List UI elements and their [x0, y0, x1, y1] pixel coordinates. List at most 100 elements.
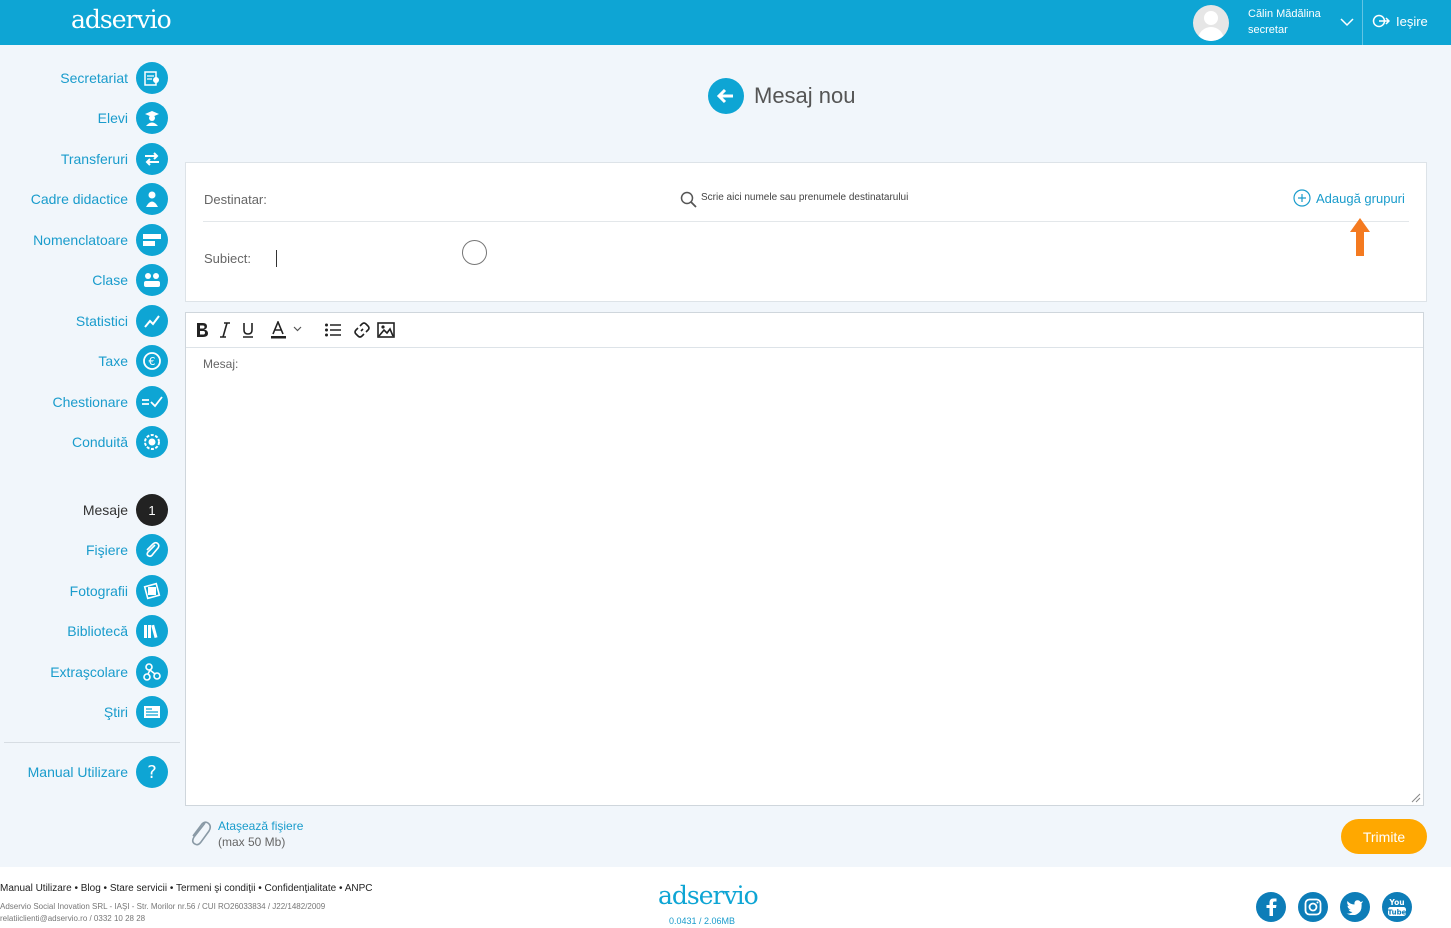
books-icon — [136, 615, 168, 647]
bold-button[interactable] — [194, 319, 210, 341]
back-button[interactable] — [708, 78, 744, 114]
facebook-icon[interactable] — [1256, 892, 1286, 922]
sidebar-item-conduita[interactable]: Conduită — [0, 425, 168, 459]
activities-icon — [136, 656, 168, 688]
sidebar-item-label: Cadre didactice — [30, 191, 128, 207]
twitter-icon[interactable] — [1340, 892, 1370, 922]
image-button[interactable] — [377, 319, 395, 341]
sidebar-item-nomenclatoare[interactable]: Nomenclatoare — [0, 223, 168, 257]
mouse-cursor-indicator — [462, 240, 487, 265]
underline-button[interactable] — [240, 319, 256, 341]
sidebar-item-taxe[interactable]: Taxe € — [0, 344, 168, 378]
transfer-arrows-icon — [136, 143, 168, 175]
sidebar-item-label: Secretariat — [60, 70, 128, 86]
page-title: Mesaj nou — [754, 83, 856, 108]
sidebar-item-label: Fişiere — [85, 542, 128, 558]
logout-label: Ieşire — [1396, 13, 1428, 29]
chevron-down-icon[interactable] — [1339, 14, 1355, 30]
user-name[interactable]: Călin Mădălina — [1248, 8, 1321, 20]
header-divider — [1362, 0, 1363, 45]
sidebar-item-extrascolare[interactable]: Extraşcolare — [0, 655, 168, 689]
sidebar-item-label: Elevi — [97, 110, 128, 126]
sidebar-item-transferuri[interactable]: Transferuri — [0, 142, 168, 176]
sidebar-item-chestionare[interactable]: Chestionare — [0, 385, 168, 419]
underline-icon — [243, 323, 253, 338]
attach-limit-label: (max 50 Mb) — [218, 835, 286, 849]
italic-icon — [220, 322, 230, 338]
sidebar-item-label: Mesaje — [82, 502, 128, 518]
sidebar-item-label: Taxe — [98, 353, 128, 369]
bold-icon — [197, 323, 208, 337]
add-groups-label: Adaugă grupuri — [1316, 190, 1405, 206]
send-button[interactable]: Trimite — [1341, 819, 1427, 854]
sidebar-item-statistici[interactable]: Statistici — [0, 304, 168, 338]
footer-company-info: Adservio Social Inovation SRL - IAŞI - S… — [0, 902, 326, 911]
instagram-icon[interactable] — [1298, 892, 1328, 922]
italic-button[interactable] — [218, 319, 232, 341]
attach-files-button[interactable]: Ataşează fişiere (max 50 Mb) — [188, 818, 303, 850]
search-icon — [680, 191, 697, 208]
user-role: secretar — [1248, 24, 1288, 36]
sidebar-item-label: Clase — [92, 272, 128, 288]
subject-input[interactable] — [276, 249, 1076, 267]
message-form: Destinatar: Adaugă grupuri Subiect: — [185, 162, 1427, 302]
bullet-list-button[interactable] — [324, 319, 342, 341]
form-divider — [203, 221, 1409, 222]
badge-icon — [136, 426, 168, 458]
sidebar-item-label: Conduită — [71, 434, 128, 450]
sidebar-item-mesaje[interactable]: Mesaje 1 — [0, 493, 168, 527]
sidebar-divider — [4, 742, 180, 743]
sidebar-item-label: Statistici — [75, 313, 128, 329]
footer-links[interactable]: Manual Utilizare • Blog • Stare servicii… — [0, 883, 372, 894]
message-count-badge: 1 — [136, 494, 168, 526]
graduate-icon — [136, 102, 168, 134]
logout-button[interactable]: Ieşire — [1372, 13, 1428, 29]
youtube-icon[interactable]: You Tube — [1382, 892, 1412, 922]
text-color-dropdown[interactable] — [270, 319, 304, 341]
footer-logo: adservio — [658, 881, 759, 910]
avatar[interactable] — [1193, 5, 1229, 41]
footer-version: 0.0431 / 2.06MB — [669, 916, 736, 926]
sidebar-item-stiri[interactable]: Ştiri — [0, 695, 168, 729]
sidebar-item-fisiere[interactable]: Fişiere — [0, 533, 168, 567]
sidebar-item-clase[interactable]: Clase — [0, 263, 168, 297]
footer: Manual Utilizare • Blog • Stare servicii… — [0, 867, 1451, 928]
paperclip-icon — [191, 821, 212, 846]
svg-text:?: ? — [147, 762, 157, 782]
cards-icon — [136, 224, 168, 256]
euro-icon: € — [136, 345, 168, 377]
annotation-arrow-up-icon — [1350, 218, 1370, 256]
photo-icon — [136, 575, 168, 607]
app-logo[interactable]: adservio — [71, 5, 172, 34]
sidebar-item-elevi[interactable]: Elevi — [0, 101, 168, 135]
svg-text:€: € — [149, 355, 156, 368]
paperclip-icon — [136, 534, 168, 566]
add-groups-button[interactable]: Adaugă grupuri — [1293, 189, 1405, 207]
link-icon — [354, 322, 370, 338]
image-icon — [377, 322, 395, 338]
link-button[interactable] — [353, 319, 371, 341]
recipient-label: Destinatar: — [204, 192, 267, 207]
sidebar-item-label: Nomenclatoare — [33, 232, 128, 248]
sidebar-item-biblioteca[interactable]: Bibliotecă — [0, 614, 168, 648]
text-caret — [276, 250, 277, 267]
plus-circle-icon — [1293, 189, 1311, 207]
sidebar-item-manual-utilizare[interactable]: Manual Utilizare ? — [0, 755, 168, 789]
sidebar-item-secretariat[interactable]: Secretariat — [0, 61, 168, 95]
message-label: Mesaj: — [203, 357, 239, 371]
class-group-icon — [136, 264, 168, 296]
resize-handle-icon[interactable] — [1411, 793, 1421, 803]
sidebar-item-cadre-didactice[interactable]: Cadre didactice — [0, 182, 168, 216]
checklist-icon — [136, 386, 168, 418]
recipient-search-input[interactable] — [701, 192, 1201, 203]
attach-files-label: Ataşează fişiere — [218, 819, 304, 833]
trend-chart-icon — [136, 305, 168, 337]
svg-text:Tube: Tube — [1388, 909, 1407, 917]
sidebar-item-label: Manual Utilizare — [27, 764, 128, 780]
editor-toolbar — [186, 313, 1423, 348]
certificate-icon — [136, 62, 168, 94]
sidebar-item-fotografii[interactable]: Fotografii — [0, 574, 168, 608]
sidebar-item-label: Extraşcolare — [50, 664, 128, 680]
sidebar: Secretariat Elevi Transferuri Cadre dida… — [0, 45, 180, 865]
bullet-list-icon — [325, 323, 341, 337]
